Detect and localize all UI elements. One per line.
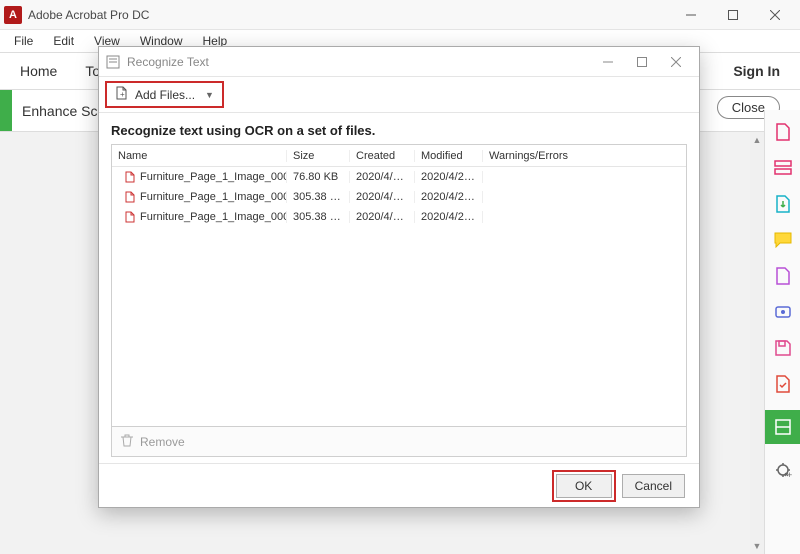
active-tool-indicator bbox=[0, 90, 12, 131]
dialog-maximize-button[interactable] bbox=[625, 49, 659, 75]
app-titlebar: A Adobe Acrobat Pro DC bbox=[0, 0, 800, 30]
dialog-titlebar: Recognize Text bbox=[99, 47, 699, 77]
optimize-icon[interactable] bbox=[773, 374, 793, 394]
file-created: 2020/4/28 ... bbox=[350, 171, 415, 183]
menu-file[interactable]: File bbox=[6, 32, 41, 50]
list-item[interactable]: Furniture_Page_1_Image_0001_o...305.38 K… bbox=[112, 187, 686, 207]
file-list: Name Size Created Modified Warnings/Erro… bbox=[111, 144, 687, 427]
dialog-close-button[interactable] bbox=[659, 49, 693, 75]
ok-button[interactable]: OK bbox=[556, 474, 612, 498]
list-item[interactable]: Furniture_Page_1_Image_0001_o...305.38 K… bbox=[112, 207, 686, 227]
list-header: Name Size Created Modified Warnings/Erro… bbox=[112, 145, 686, 167]
file-modified: 2020/4/28 ... bbox=[415, 171, 483, 183]
fill-sign-icon[interactable] bbox=[773, 266, 793, 286]
vertical-scrollbar[interactable]: ▲ ▼ bbox=[750, 132, 764, 554]
recognize-text-dialog: Recognize Text + Add Files... ▼ Recogniz… bbox=[98, 46, 700, 508]
file-size: 76.80 KB bbox=[287, 171, 350, 183]
remove-bar: Remove bbox=[111, 427, 687, 457]
file-modified: 2020/4/28 ... bbox=[415, 211, 483, 223]
signin-button[interactable]: Sign In bbox=[721, 57, 792, 85]
close-app-button[interactable] bbox=[754, 1, 796, 29]
add-file-icon: + bbox=[115, 86, 129, 103]
dialog-body: Recognize text using OCR on a set of fil… bbox=[99, 113, 699, 463]
pdf-file-icon bbox=[124, 171, 136, 183]
scan-ocr-icon[interactable] bbox=[765, 410, 800, 444]
list-item[interactable]: Furniture_Page_1_Image_0001.pdf76.80 KB2… bbox=[112, 167, 686, 187]
file-modified: 2020/4/28 ... bbox=[415, 191, 483, 203]
comment-icon[interactable] bbox=[773, 230, 793, 250]
right-tool-pane: + bbox=[764, 110, 800, 554]
app-title: Adobe Acrobat Pro DC bbox=[28, 8, 670, 22]
col-name[interactable]: Name bbox=[112, 150, 287, 162]
col-created[interactable]: Created bbox=[350, 150, 415, 162]
tab-home[interactable]: Home bbox=[8, 57, 69, 85]
save-icon[interactable] bbox=[773, 338, 793, 358]
export-pdf-icon[interactable] bbox=[773, 194, 793, 214]
file-name: Furniture_Page_1_Image_0001_o... bbox=[140, 211, 287, 223]
recognize-text-icon bbox=[105, 54, 121, 70]
organize-icon[interactable] bbox=[773, 158, 793, 178]
svg-text:+: + bbox=[120, 90, 125, 99]
col-warnings[interactable]: Warnings/Errors bbox=[483, 150, 686, 162]
add-files-button[interactable]: + Add Files... ▼ bbox=[105, 81, 224, 108]
dialog-minimize-button[interactable] bbox=[591, 49, 625, 75]
remove-button[interactable]: Remove bbox=[140, 435, 185, 449]
cancel-button[interactable]: Cancel bbox=[622, 474, 685, 498]
pdf-file-icon bbox=[124, 211, 136, 223]
col-modified[interactable]: Modified bbox=[415, 150, 483, 162]
file-size: 305.38 KB bbox=[287, 191, 350, 203]
dialog-heading: Recognize text using OCR on a set of fil… bbox=[111, 123, 687, 138]
scroll-down-icon[interactable]: ▼ bbox=[750, 538, 764, 554]
svg-text:+: + bbox=[787, 470, 792, 479]
dialog-footer: OK Cancel bbox=[99, 463, 699, 507]
minimize-button[interactable] bbox=[670, 1, 712, 29]
app-logo-icon: A bbox=[4, 6, 22, 24]
file-created: 2020/4/28 ... bbox=[350, 211, 415, 223]
pdf-file-icon bbox=[124, 191, 136, 203]
add-files-label: Add Files... bbox=[135, 88, 195, 102]
create-pdf-icon[interactable] bbox=[773, 122, 793, 142]
dialog-toolbar: + Add Files... ▼ bbox=[99, 77, 699, 113]
dropdown-arrow-icon: ▼ bbox=[205, 90, 214, 100]
window-controls bbox=[670, 1, 796, 29]
col-size[interactable]: Size bbox=[287, 150, 350, 162]
dialog-title: Recognize Text bbox=[127, 55, 591, 69]
file-name: Furniture_Page_1_Image_0001_o... bbox=[140, 191, 287, 203]
more-tools-icon[interactable]: + bbox=[773, 460, 793, 480]
file-name: Furniture_Page_1_Image_0001.pdf bbox=[140, 171, 287, 183]
trash-icon bbox=[120, 433, 134, 450]
file-created: 2020/4/28 ... bbox=[350, 191, 415, 203]
scroll-up-icon[interactable]: ▲ bbox=[750, 132, 764, 148]
file-size: 305.38 KB bbox=[287, 211, 350, 223]
menu-edit[interactable]: Edit bbox=[45, 32, 82, 50]
maximize-button[interactable] bbox=[712, 1, 754, 29]
stamp-icon[interactable] bbox=[773, 302, 793, 322]
